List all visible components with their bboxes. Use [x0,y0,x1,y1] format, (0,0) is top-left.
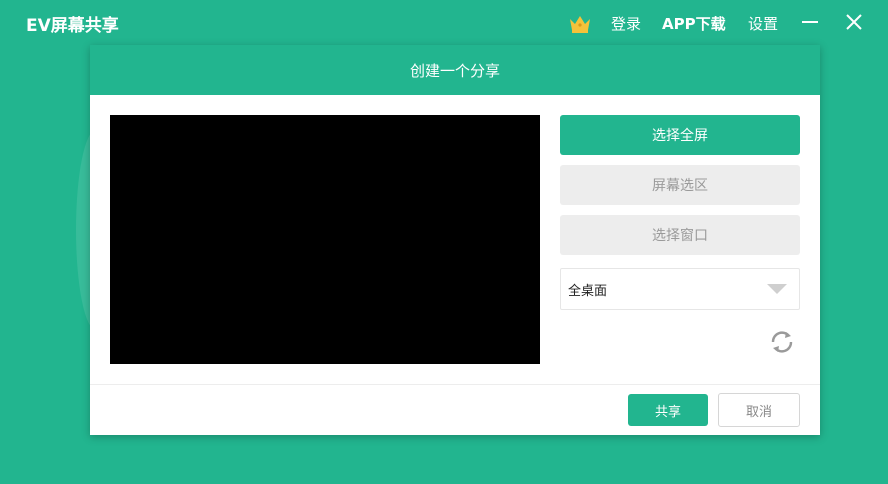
create-share-dialog: 创建一个分享 选择全屏 屏幕选区 选择窗口 全桌面 共享 取消 [90,45,820,435]
crown-icon[interactable] [568,12,592,38]
footer-divider [90,384,820,385]
app-download-link[interactable]: APP下载 [662,13,726,34]
refresh-icon[interactable] [767,327,797,357]
dropdown-arrow-icon [767,284,787,294]
minimize-icon[interactable] [798,10,822,34]
login-link[interactable]: 登录 [611,13,641,34]
share-button[interactable]: 共享 [628,394,708,426]
close-icon[interactable] [842,10,866,34]
screen-preview [110,115,540,364]
settings-link[interactable]: 设置 [748,13,778,34]
select-fullscreen-button[interactable]: 选择全屏 [560,115,800,155]
screen-region-button[interactable]: 屏幕选区 [560,165,800,205]
display-select[interactable]: 全桌面 [560,268,800,310]
cancel-button[interactable]: 取消 [718,393,800,427]
app-title: EV屏幕共享 [26,16,119,36]
dialog-header: 创建一个分享 [90,45,820,95]
dialog-title: 创建一个分享 [409,61,500,80]
select-window-button[interactable]: 选择窗口 [560,215,800,255]
display-select-value: 全桌面 [568,283,608,299]
